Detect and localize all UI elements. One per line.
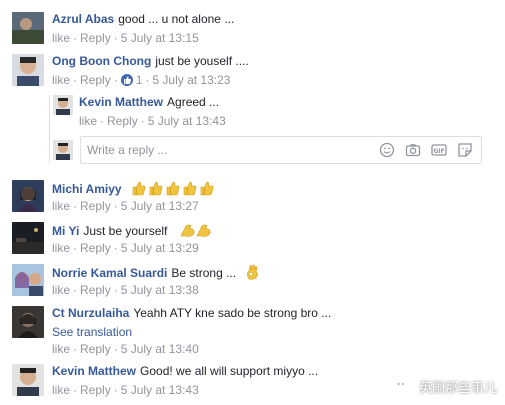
meta-separator: · bbox=[113, 283, 118, 297]
comment-timestamp[interactable]: 5 July at 13:43 bbox=[148, 114, 226, 128]
reply-link[interactable]: Reply bbox=[80, 199, 111, 213]
gif-icon[interactable]: GIF bbox=[431, 142, 447, 158]
reply-link[interactable]: Reply bbox=[80, 342, 111, 356]
comment-text: Good! we all will support miyyo ... bbox=[140, 364, 319, 378]
comment-timestamp[interactable]: 5 July at 13:43 bbox=[121, 383, 199, 397]
like-link[interactable]: like bbox=[52, 73, 70, 87]
comment-timestamp[interactable]: 5 July at 13:38 bbox=[121, 283, 199, 297]
comment-timestamp[interactable]: 5 July at 13:27 bbox=[121, 199, 199, 213]
meta-separator: · bbox=[73, 342, 78, 356]
meta-separator: · bbox=[73, 73, 78, 87]
comment-timestamp[interactable]: 5 July at 13:40 bbox=[121, 342, 199, 356]
like-link[interactable]: like bbox=[52, 283, 70, 297]
like-link[interactable]: like bbox=[52, 31, 70, 45]
comment-text: Agreed ... bbox=[167, 95, 220, 109]
meta-separator: · bbox=[140, 114, 145, 128]
avatar bbox=[53, 140, 73, 160]
avatar[interactable] bbox=[12, 180, 44, 212]
reply-link[interactable]: Reply bbox=[80, 283, 111, 297]
comment-author[interactable]: Ct Nurzulaiha bbox=[52, 306, 129, 320]
meta-separator: · bbox=[73, 199, 78, 213]
comment-text: good ... u not alone ... bbox=[118, 12, 235, 26]
comment-timestamp[interactable]: 5 July at 13:15 bbox=[121, 31, 199, 45]
like-link[interactable]: like bbox=[52, 199, 70, 213]
reply-input[interactable]: Write a reply ... GIF bbox=[80, 136, 482, 164]
comment-author[interactable]: Kevin Matthew bbox=[79, 95, 163, 109]
avatar[interactable] bbox=[12, 222, 44, 254]
meta-separator: · bbox=[113, 73, 118, 87]
meta-separator: · bbox=[73, 383, 78, 397]
comment-author[interactable]: Kevin Matthew bbox=[52, 364, 136, 378]
comment-timestamp[interactable]: 5 July at 13:23 bbox=[152, 73, 230, 87]
wechat-logo-icon bbox=[393, 378, 413, 394]
thumbs-up-icon bbox=[131, 180, 215, 200]
like-link[interactable]: like bbox=[79, 114, 97, 128]
meta-separator: · bbox=[73, 283, 78, 297]
reply-link[interactable]: Reply bbox=[80, 73, 111, 87]
sticker-icon[interactable] bbox=[457, 142, 473, 158]
like-link[interactable]: like bbox=[52, 241, 70, 255]
avatar[interactable] bbox=[12, 264, 44, 296]
comment-text: Just be yourself bbox=[83, 224, 168, 238]
smiley-icon[interactable] bbox=[379, 142, 395, 158]
comment-author[interactable]: Norrie Kamal Suardi bbox=[52, 266, 167, 280]
avatar[interactable] bbox=[53, 95, 73, 115]
like-link[interactable]: like bbox=[52, 383, 70, 397]
reply-link[interactable]: Reply bbox=[80, 383, 111, 397]
meta-separator: · bbox=[145, 73, 150, 87]
muscle-icon bbox=[179, 222, 213, 242]
comment-author[interactable]: Mi Yi bbox=[52, 224, 79, 238]
comment-text: Be strong ... bbox=[171, 266, 237, 280]
meta-separator: · bbox=[113, 241, 118, 255]
meta-separator: · bbox=[113, 342, 118, 356]
meta-separator: · bbox=[73, 31, 78, 45]
thumbs-up-icon[interactable] bbox=[120, 74, 133, 86]
reply-link[interactable]: Reply bbox=[80, 31, 111, 45]
comment-author[interactable]: Ong Boon Chong bbox=[52, 54, 151, 68]
see-translation-link[interactable]: See translation bbox=[52, 325, 132, 340]
meta-separator: · bbox=[113, 199, 118, 213]
watermark: 英国那些事儿 bbox=[393, 377, 497, 395]
comment-text: just be youself .... bbox=[155, 54, 249, 68]
comment-timestamp[interactable]: 5 July at 13:29 bbox=[121, 241, 199, 255]
reply-placeholder: Write a reply ... bbox=[87, 143, 168, 157]
like-link[interactable]: like bbox=[52, 342, 70, 356]
svg-text:GIF: GIF bbox=[433, 148, 444, 155]
avatar[interactable] bbox=[12, 364, 44, 396]
reply-link[interactable]: Reply bbox=[107, 114, 138, 128]
camera-icon[interactable] bbox=[405, 142, 421, 158]
watermark-text: 英国那些事儿 bbox=[418, 379, 497, 395]
comment-author[interactable]: Azrul Abas bbox=[52, 12, 114, 26]
comment-text: Yeahh ATY kne sado be strong bro ... bbox=[133, 306, 332, 320]
reply-link[interactable]: Reply bbox=[80, 241, 111, 255]
comment-author[interactable]: Michi Amiyy bbox=[52, 182, 122, 196]
meta-separator: · bbox=[113, 383, 118, 397]
reply-thread-line bbox=[49, 95, 50, 163]
avatar[interactable] bbox=[12, 54, 44, 86]
ok-hand-icon bbox=[245, 264, 261, 284]
meta-separator: · bbox=[73, 241, 78, 255]
avatar[interactable] bbox=[12, 306, 44, 338]
like-count[interactable]: 1 bbox=[136, 73, 143, 87]
meta-separator: · bbox=[113, 31, 118, 45]
avatar[interactable] bbox=[12, 12, 44, 44]
meta-separator: · bbox=[100, 114, 105, 128]
